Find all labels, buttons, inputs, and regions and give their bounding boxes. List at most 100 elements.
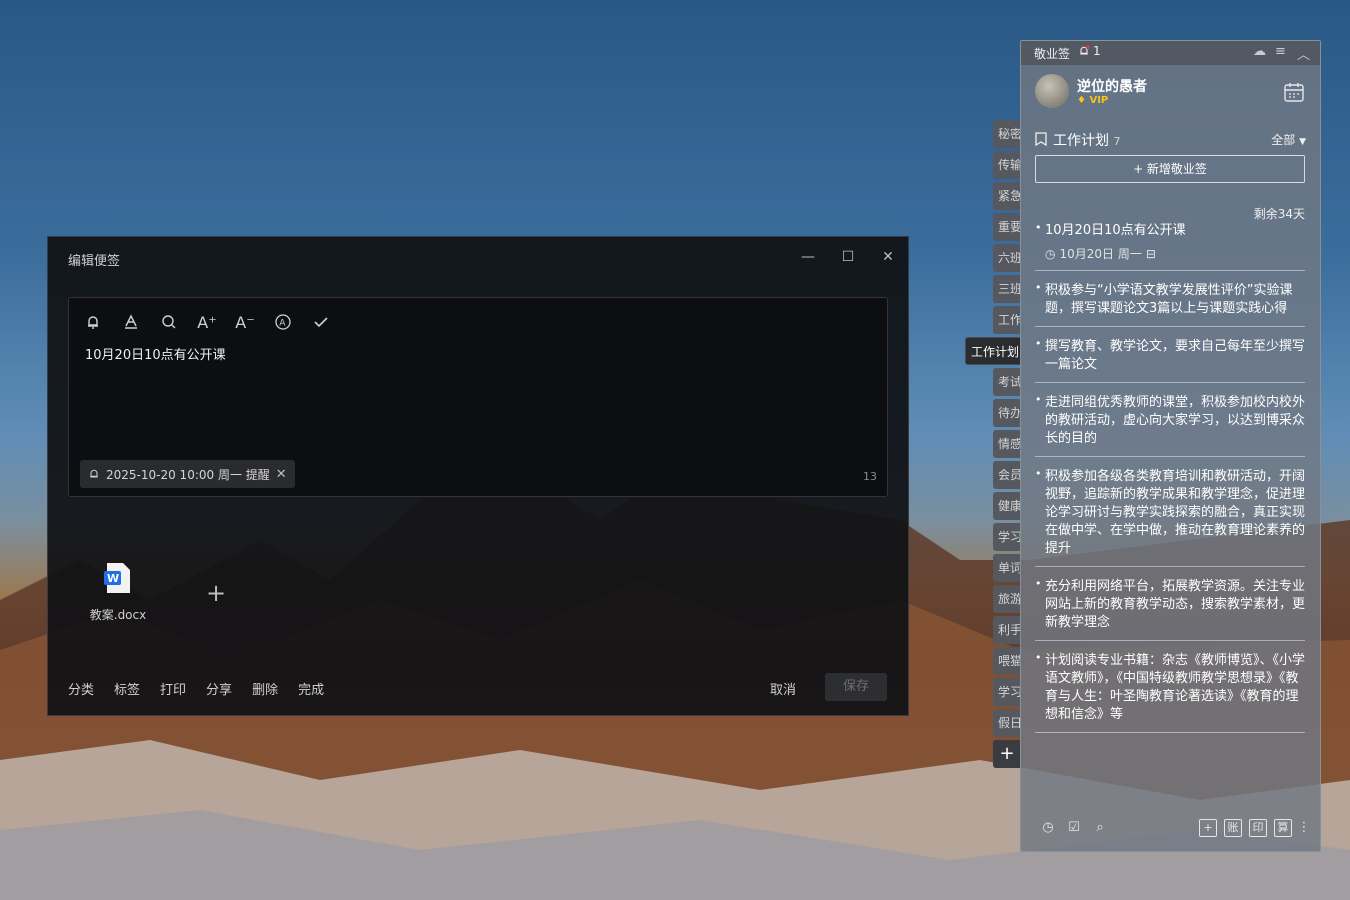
lock-icon: ⊟ — [1145, 246, 1156, 261]
category-tab[interactable]: 紧急 — [993, 182, 1021, 210]
print-button[interactable]: 打印 — [160, 679, 186, 698]
note-item-text: 积极参加各级各类教育培训和教研活动，开阔视野，追踪新的教学成果和教学理念，促进理… — [1045, 469, 1306, 556]
note-date: 10月20日 周一 — [1059, 247, 1142, 261]
category-tab[interactable]: 工作 — [993, 306, 1021, 334]
category-tab[interactable]: 会员 — [993, 461, 1021, 489]
category-tab[interactable]: 学习 — [993, 678, 1021, 706]
ledger-icon[interactable]: 账 — [1224, 819, 1242, 837]
vip-badge: ♦ VIP — [1077, 95, 1109, 106]
filter-label: 全部 — [1271, 133, 1296, 147]
minimize-icon[interactable]: — — [798, 247, 818, 267]
app-name: 敬业签 — [1034, 47, 1071, 61]
calculator-icon[interactable]: 算 — [1274, 819, 1292, 837]
category-tab[interactable]: 单词 — [993, 554, 1021, 582]
check-icon[interactable] — [309, 310, 333, 334]
panel-header[interactable]: 敬业签 1 ☁ ≡ ︿ — [1021, 41, 1320, 65]
category-tab[interactable]: 秘密 — [993, 120, 1021, 148]
add-category-button[interactable]: + — [993, 740, 1021, 768]
bell-icon[interactable] — [81, 310, 105, 334]
category-tab[interactable]: 考试 — [993, 368, 1021, 396]
category-tab[interactable]: 传输 — [993, 151, 1021, 179]
print-icon[interactable]: 印 — [1249, 819, 1267, 837]
note-item[interactable]: 走进同组优秀教师的课堂，积极参加校内校外的教研活动，虚心向大家学习，以达到博采众… — [1035, 393, 1305, 457]
vip-label: VIP — [1089, 95, 1109, 106]
note-item[interactable]: 充分利用网络平台，拓展教学资源。关注专业网站上新的教育教学动态，搜索教学素材，更… — [1035, 577, 1305, 641]
note-item[interactable]: 撰写教育、教学论文，要求自己每年至少撰写一篇论文 — [1035, 337, 1305, 383]
note-item[interactable]: 10月20日10点有公开课 ◷ 10月20日 周一 ⊟ — [1035, 221, 1305, 271]
category-header: 工作计划 7 全部 ▼ — [1035, 129, 1306, 149]
search-icon[interactable]: ⌕ — [1091, 819, 1109, 837]
remaining-days: 剩余34天 — [1253, 207, 1305, 221]
filter-dropdown[interactable]: 全部 ▼ — [1271, 131, 1306, 148]
editor-titlebar[interactable]: 编辑便签 — ☐ ✕ — [48, 237, 908, 277]
category-tab[interactable]: 健康 — [993, 492, 1021, 520]
category-tab[interactable]: 学习 — [993, 523, 1021, 551]
tag-button[interactable]: 标签 — [114, 679, 140, 698]
notification-bell-icon — [1080, 45, 1090, 55]
category-tab[interactable]: 利手 — [993, 616, 1021, 644]
calendar-icon[interactable] — [1283, 81, 1305, 103]
auto-format-icon[interactable]: A — [271, 310, 295, 334]
history-icon[interactable]: ◷ — [1039, 819, 1057, 837]
note-item-text: 充分利用网络平台，拓展教学资源。关注专业网站上新的教育教学动态，搜索教学素材，更… — [1045, 579, 1306, 630]
editor-actions: 分类 标签 打印 分享 删除 完成 — [68, 679, 324, 698]
delete-button[interactable]: 删除 — [252, 679, 278, 698]
remove-reminder-icon[interactable]: ✕ — [276, 467, 287, 482]
add-attachment-button[interactable]: + — [206, 579, 226, 607]
new-note-button[interactable]: + 新增敬业签 — [1035, 155, 1305, 183]
maximize-icon[interactable]: ☐ — [838, 247, 858, 267]
collapse-icon[interactable]: ︿ — [1297, 44, 1310, 63]
category-tab[interactable]: 喂猫 — [993, 647, 1021, 675]
cloud-sync-icon[interactable]: ☁ — [1253, 44, 1266, 59]
save-button[interactable]: 保存 — [825, 673, 887, 701]
svg-text:A: A — [279, 319, 286, 329]
category-tab[interactable]: 情感 — [993, 430, 1021, 458]
edit-note-window: 编辑便签 — ☐ ✕ A⁺ A⁻ A 10月20日10点有公开课 2025-10… — [47, 236, 909, 716]
cancel-button[interactable]: 取消 — [770, 679, 796, 698]
font-color-icon[interactable] — [119, 310, 143, 334]
category-count: 7 — [1113, 135, 1121, 148]
more-icon[interactable]: ⋮ — [1295, 819, 1313, 837]
note-item[interactable]: 计划阅读专业书籍：杂志《教师博览》、《小学语文教师》，《中国特级教师教学思想录》… — [1035, 651, 1305, 733]
complete-button[interactable]: 完成 — [298, 679, 324, 698]
note-item[interactable]: 积极参加各级各类教育培训和教研活动，开阔视野，追踪新的教学成果和教学理念，促进理… — [1035, 467, 1305, 567]
category-tab[interactable]: 旅游 — [993, 585, 1021, 613]
share-button[interactable]: 分享 — [206, 679, 232, 698]
category-tab-active[interactable]: 工作计划 — [965, 337, 1021, 365]
close-icon[interactable]: ✕ — [878, 247, 898, 267]
username: 逆位的愚者 — [1077, 79, 1147, 95]
search-icon[interactable] — [157, 310, 181, 334]
font-increase-icon[interactable]: A⁺ — [195, 310, 219, 334]
category-tab[interactable]: 待办 — [993, 399, 1021, 427]
attachment-docx[interactable]: W 教案.docx — [88, 562, 148, 623]
editor-title: 编辑便签 — [68, 254, 121, 269]
note-item-text: 积极参与“小学语文教学发展性评价”实验课题，撰写课题论文3篇以上与课题实践心得 — [1045, 283, 1293, 316]
category-tab[interactable]: 三班 — [993, 275, 1021, 303]
font-decrease-icon[interactable]: A⁻ — [233, 310, 257, 334]
category-button[interactable]: 分类 — [68, 679, 94, 698]
bookmark-icon — [1035, 132, 1047, 146]
chevron-down-icon: ▼ — [1299, 137, 1306, 147]
note-content[interactable]: 10月20日10点有公开课 — [85, 344, 226, 363]
notification-button[interactable]: 1 — [1078, 44, 1101, 58]
category-tab[interactable]: 六班 — [993, 244, 1021, 272]
word-file-icon: W — [104, 563, 130, 593]
category-tab[interactable]: 假日 — [993, 709, 1021, 737]
panel-footer: ◷ ☑ ⌕ + 账 印 算 ⋮ — [1035, 819, 1312, 839]
menu-icon[interactable]: ≡ — [1275, 44, 1286, 59]
note-editor[interactable]: A⁺ A⁻ A 10月20日10点有公开课 2025-10-20 10:00 周… — [68, 297, 888, 497]
note-meta: ◷ 10月20日 周一 ⊟ — [1045, 245, 1305, 262]
format-toolbar: A⁺ A⁻ A — [81, 310, 333, 334]
category-title: 工作计划 7 — [1053, 130, 1120, 150]
add-icon[interactable]: + — [1199, 819, 1217, 837]
completed-icon[interactable]: ☑ — [1065, 819, 1083, 837]
note-item-text: 走进同组优秀教师的课堂，积极参加校内校外的教研活动，虚心向大家学习，以达到博采众… — [1045, 395, 1306, 446]
note-item[interactable]: 积极参与“小学语文教学发展性评价”实验课题，撰写课题论文3篇以上与课题实践心得 — [1035, 281, 1305, 327]
notes-list: 10月20日10点有公开课 ◷ 10月20日 周一 ⊟ 积极参与“小学语文教学发… — [1035, 221, 1305, 743]
avatar[interactable] — [1035, 74, 1069, 108]
note-item-text: 撰写教育、教学论文，要求自己每年至少撰写一篇论文 — [1045, 339, 1306, 372]
note-item-text: 10月20日10点有公开课 — [1045, 223, 1186, 238]
category-title-text: 工作计划 — [1053, 133, 1109, 149]
category-tab[interactable]: 重要 — [993, 213, 1021, 241]
reminder-chip[interactable]: 2025-10-20 10:00 周一 提醒 ✕ — [80, 460, 295, 488]
